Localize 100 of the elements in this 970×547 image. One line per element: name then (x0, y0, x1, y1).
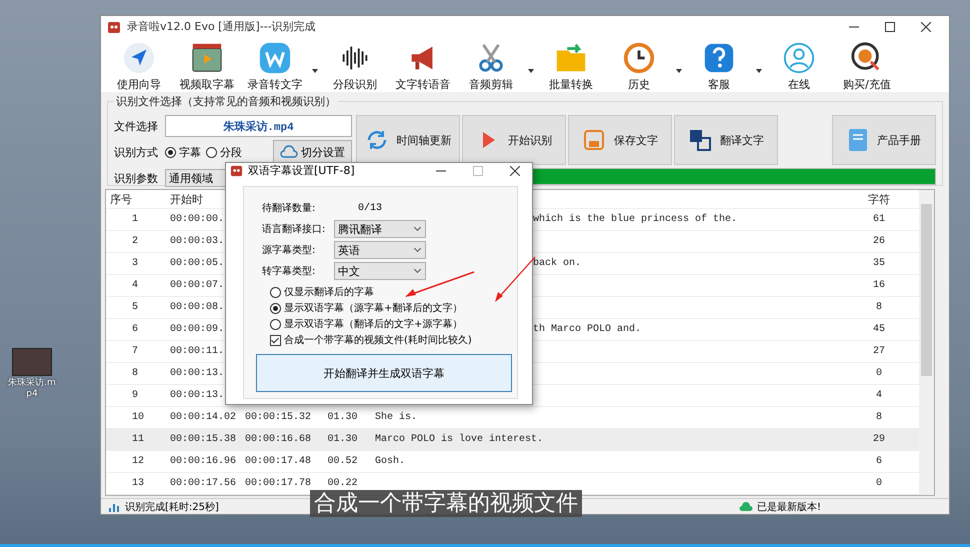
version-status: 已是最新版本! (756, 500, 821, 514)
table-cell-text: 4 (131, 280, 138, 292)
params-label: 识别参数 (114, 170, 159, 186)
annotation-arrow (405, 271, 474, 297)
field-label: 语言翻译接口: (262, 222, 326, 236)
table-cell: 00:00:17.78 (245, 478, 312, 490)
caret-icon[interactable] (756, 69, 762, 74)
table-cell: 27 (872, 346, 885, 358)
split-settings-button[interactable]: 切分设置 (273, 140, 352, 164)
table-cell: 45 (872, 324, 885, 336)
table-cell: 8 (876, 302, 882, 314)
field-label: 转字幕类型: (262, 264, 316, 278)
table-row[interactable]: 11 00:00:15.38 00:00:16.68 01.30 Marco POLO is love interest. 29 (106, 429, 919, 452)
toolbar-button[interactable]: 在线 (765, 39, 833, 92)
table-cell: which is the blue princess of the. (533, 214, 738, 226)
table-cell: 01.30 (327, 434, 358, 446)
table-cell-text: 7 (131, 346, 138, 358)
table-cell: 00:00:03. (170, 236, 224, 248)
user-icon (782, 41, 816, 76)
table-cell: 61 (872, 214, 885, 226)
group-title: 识别文件选择（支持常见的音频和视频识别） (115, 94, 337, 110)
table-cell: 00:00:17.48 (245, 456, 312, 468)
display-option-radio[interactable]: 仅显示翻译后的字幕 (270, 285, 374, 299)
file-field[interactable]: 朱珠采访.mp4 (165, 115, 352, 138)
close-icon[interactable] (510, 166, 520, 176)
video-subtitle: 合成一个带字幕的视频文件 (310, 490, 582, 517)
display-option-radio[interactable]: 显示双语字幕（翻译后的文字+源字幕） (270, 317, 462, 331)
toolbar-button[interactable]: 购买/充值 (833, 39, 901, 92)
toolbar-button[interactable]: 音频剪辑 (457, 39, 525, 92)
table-cell: 0 (876, 368, 882, 380)
mode-radio[interactable]: 字幕 (165, 144, 201, 160)
mode-radio[interactable]: 分段 (206, 144, 242, 160)
status-message: 识别完成[耗时:25秒] (125, 500, 219, 514)
annotation-arrow (495, 256, 536, 302)
window-title: 录音啦v12.0 Evo [通用版]---识别完成 (127, 19, 316, 34)
caret-icon[interactable] (312, 69, 318, 74)
toolbar-button[interactable]: 客服 (685, 39, 753, 92)
column-header: 开始时 (169, 192, 204, 207)
table-cell: 00:00:09. (170, 324, 224, 336)
table-cell: 01.30 (327, 412, 358, 424)
table-cell: 00:00:08. (170, 302, 224, 314)
caret-icon[interactable] (676, 69, 682, 74)
table-cell-text: 3 (131, 258, 138, 270)
toolbar-button[interactable]: 历史 (605, 39, 673, 92)
toolbar-button[interactable]: 使用向导 (105, 39, 173, 92)
table-cell: th Marco POLO and. (533, 324, 642, 336)
table-cell: 4 (876, 390, 882, 402)
dropdown[interactable]: 英语 (334, 241, 426, 259)
column-header: 序号 (109, 192, 133, 207)
caret-icon[interactable] (528, 69, 534, 74)
manual-button[interactable]: 产品手册 (832, 115, 936, 166)
maximize-icon[interactable] (885, 22, 895, 32)
table-cell: 00:00:13. (170, 390, 224, 402)
count-value: 0/13 (358, 202, 382, 214)
field-label: 源字幕类型: (262, 244, 316, 257)
file-label: 文件选择 (114, 118, 159, 134)
cloud-gear-icon (280, 145, 298, 160)
toolbar-button[interactable]: 录音转文字 (241, 39, 309, 92)
table-cell: Marco POLO is love interest. (375, 434, 544, 446)
table-cell-text: 11 (131, 434, 144, 446)
toolbar-button[interactable]: 批量转换 (537, 39, 605, 92)
table-cell: 00:00:11. (170, 346, 224, 358)
display-option-radio[interactable]: 显示双语字幕（源字幕+翻译后的文字） (270, 301, 462, 315)
table-cell: 00:00:17.56 (170, 478, 236, 490)
table-cell: 00:00:14.02 (170, 412, 236, 424)
start-translation-button[interactable]: 开始翻译并生成双语字幕 (256, 354, 512, 392)
dropdown[interactable]: 腾讯翻译 (334, 220, 426, 238)
action-button[interactable]: 开始识别 (462, 115, 566, 166)
table-cell: back on. (533, 258, 582, 270)
scrollbar[interactable] (919, 190, 934, 496)
table-cell-text: 6 (131, 324, 138, 336)
table-cell: 0 (876, 478, 882, 490)
toolbar-button[interactable]: 视频取字幕 (173, 39, 241, 92)
save-icon (582, 128, 606, 152)
table-cell: 00.52 (327, 456, 358, 468)
toolbar-button[interactable]: 文字转语音 (389, 39, 457, 92)
action-button[interactable]: 保存文字 (568, 115, 672, 166)
bar-chart-icon (109, 502, 121, 512)
table-cell-text: 2 (131, 236, 138, 248)
mode-label: 识别方式 (114, 144, 159, 160)
table-cell: 00:00:16.68 (245, 434, 312, 446)
table-cell: 8 (876, 412, 882, 424)
dropdown[interactable]: 中文 (334, 262, 426, 280)
video-thumbnail[interactable] (12, 348, 52, 376)
table-cell: 6 (876, 456, 882, 468)
table-cell-text: 10 (131, 412, 144, 424)
table-row[interactable]: 12 00:00:16.96 00:00:17.48 00.52 Gosh. 6 (106, 451, 919, 474)
table-cell: 00:00:00. (170, 214, 224, 226)
table-cell: 00:00:15.32 (245, 412, 312, 424)
close-icon[interactable] (921, 22, 931, 32)
table-cell: 29 (872, 434, 885, 446)
count-label: 待翻译数量: (262, 202, 316, 215)
table-cell: Gosh. (375, 456, 406, 468)
toolbar-button[interactable]: 分段识别 (321, 39, 389, 92)
action-button[interactable]: 翻译文字 (674, 115, 778, 166)
table-cell: 16 (872, 280, 885, 292)
table-cell: 26 (872, 236, 885, 248)
table-cell: 00:00:13. (170, 368, 224, 380)
table-cell: 00:00:05. (170, 258, 224, 270)
table-cell: 00.22 (327, 478, 358, 490)
